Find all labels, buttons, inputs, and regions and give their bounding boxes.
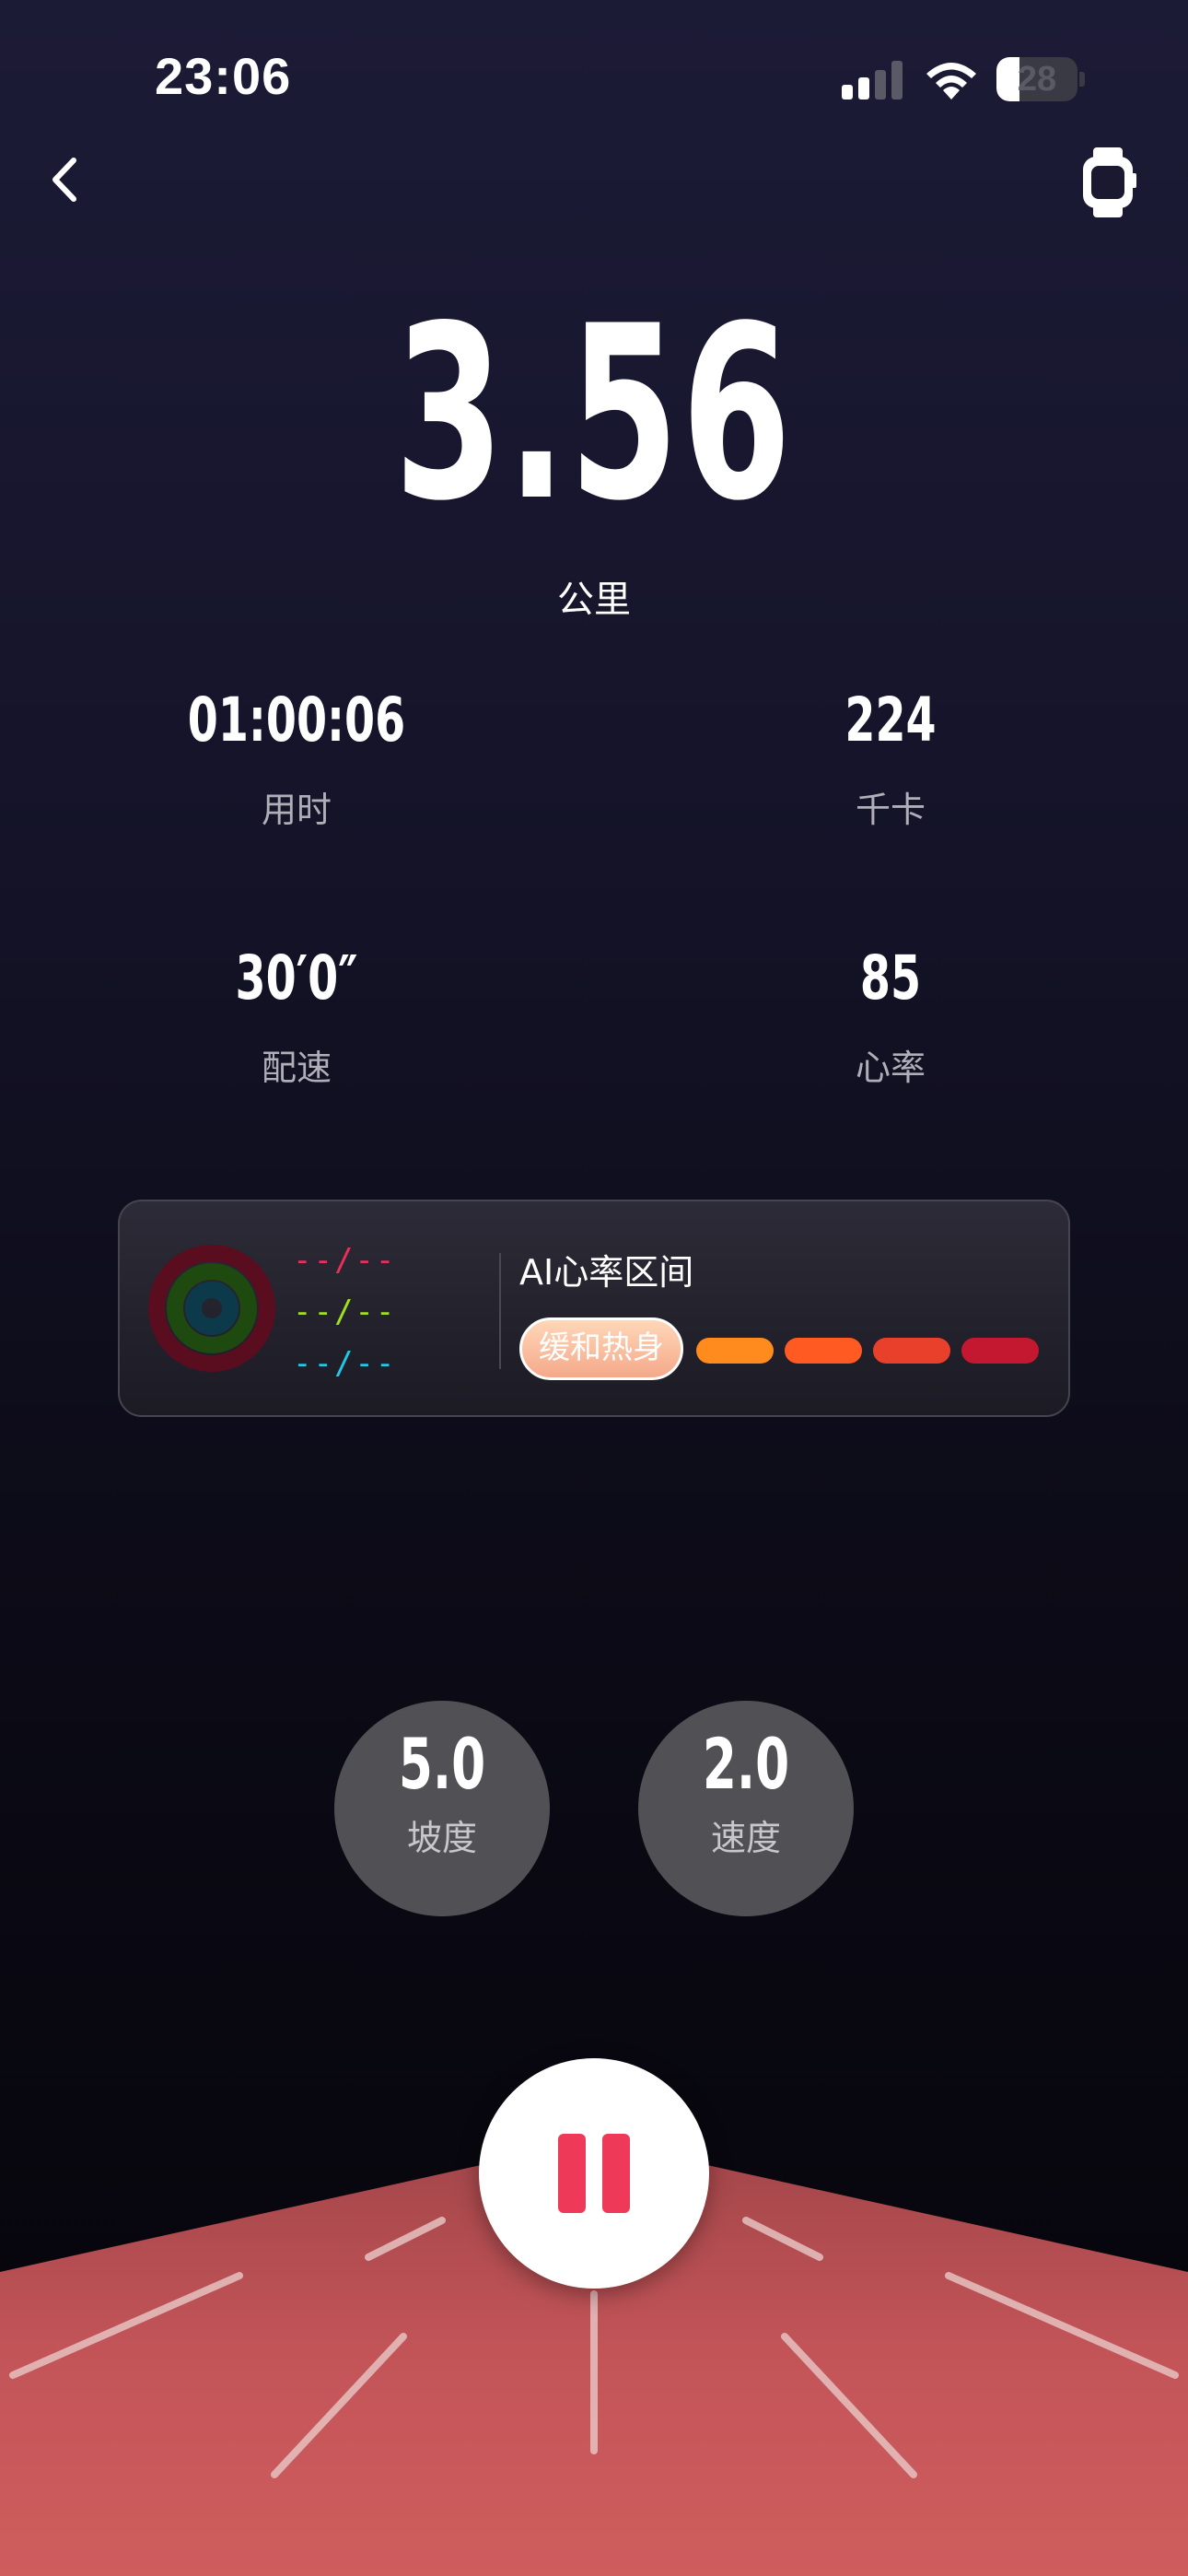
pause-button[interactable] xyxy=(479,2058,709,2289)
pause-icon xyxy=(558,2134,586,2213)
duration-label: 用时 xyxy=(261,790,332,830)
heart-rate-label: 心率 xyxy=(855,1048,926,1088)
pace-value: 30′0″ xyxy=(235,943,358,1013)
incline-control[interactable]: 5.0 坡度 xyxy=(334,1701,550,1916)
calories-label: 千卡 xyxy=(855,790,926,830)
battery-tip xyxy=(1079,72,1085,87)
stat-duration: 01:00:06 用时 xyxy=(112,684,481,832)
hr-zone-title: AI心率区间 xyxy=(519,1252,694,1293)
pace-label: 配速 xyxy=(261,1048,332,1088)
zone-pill-3 xyxy=(785,1338,862,1364)
battery-icon: 28 xyxy=(996,57,1077,101)
distance-unit: 公里 xyxy=(557,579,631,621)
ring-exercise-value: --/-- xyxy=(293,1294,397,1330)
zone-pill-5 xyxy=(961,1338,1039,1364)
distance-value: 3.56 xyxy=(394,275,794,554)
signal-icon xyxy=(842,61,904,100)
heart-rate-value: 85 xyxy=(859,943,922,1013)
battery-level: 28 xyxy=(1017,60,1057,99)
zone-warmup-badge[interactable]: 缓和热身 xyxy=(519,1317,683,1380)
status-time: 23:06 xyxy=(155,47,292,105)
stat-calories: 224 千卡 xyxy=(706,684,1075,832)
card-divider xyxy=(499,1253,501,1369)
watch-icon[interactable] xyxy=(1077,146,1138,219)
speed-control[interactable]: 2.0 速度 xyxy=(638,1701,854,1916)
ai-heart-rate-card[interactable]: --/-- --/-- --/-- AI心率区间 缓和热身 xyxy=(118,1200,1070,1417)
speed-value: 2.0 xyxy=(702,1723,790,1805)
calories-value: 224 xyxy=(844,685,937,755)
stat-pace: 30′0″ 配速 xyxy=(112,942,481,1090)
activity-rings-icon xyxy=(148,1245,275,1372)
zone-pill-2 xyxy=(696,1338,774,1364)
speed-label: 速度 xyxy=(710,1818,781,1858)
ring-move-value: --/-- xyxy=(293,1242,397,1279)
zone-pill-4 xyxy=(873,1338,950,1364)
incline-value: 5.0 xyxy=(398,1723,486,1805)
ring-stand-value: --/-- xyxy=(293,1345,397,1382)
wifi-icon xyxy=(926,63,976,100)
stat-heart-rate: 85 心率 xyxy=(706,942,1075,1090)
duration-value: 01:00:06 xyxy=(187,685,406,755)
incline-label: 坡度 xyxy=(406,1818,477,1858)
chevron-left-icon[interactable] xyxy=(37,147,96,212)
pause-icon xyxy=(602,2134,630,2213)
